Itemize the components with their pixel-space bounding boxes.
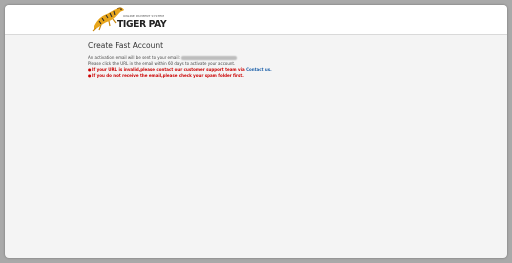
activation-info-line-2: Please click the URL in the email within…	[88, 60, 236, 66]
spam-folder-warning-text: If you do not receive the email,please c…	[92, 73, 244, 78]
logo-tagline: ONLINE PAYMENT SYSTEM	[123, 14, 165, 18]
site-header: ONLINE PAYMENT SYSTEM TIGER PAY	[5, 5, 507, 35]
main-content: Create Fast Account An activation email …	[88, 41, 418, 79]
logo-wordmark: TIGER PAY	[117, 19, 167, 30]
browser-window: ONLINE PAYMENT SYSTEM TIGER PAY Create F…	[5, 5, 507, 258]
contact-us-link[interactable]: Contact us.	[246, 67, 272, 72]
page-title: Create Fast Account	[88, 41, 164, 50]
activation-info-text: An activation email will be sent to your…	[88, 55, 180, 60]
tiger-pay-logo[interactable]: ONLINE PAYMENT SYSTEM TIGER PAY	[92, 6, 167, 34]
invalid-url-warning-text: If your URL is invalid,please contact ou…	[92, 67, 245, 72]
warning-bullet-icon: ●	[88, 73, 92, 78]
spam-folder-warning: ●If you do not receive the email,please …	[88, 73, 418, 79]
redacted-email	[180, 56, 237, 60]
